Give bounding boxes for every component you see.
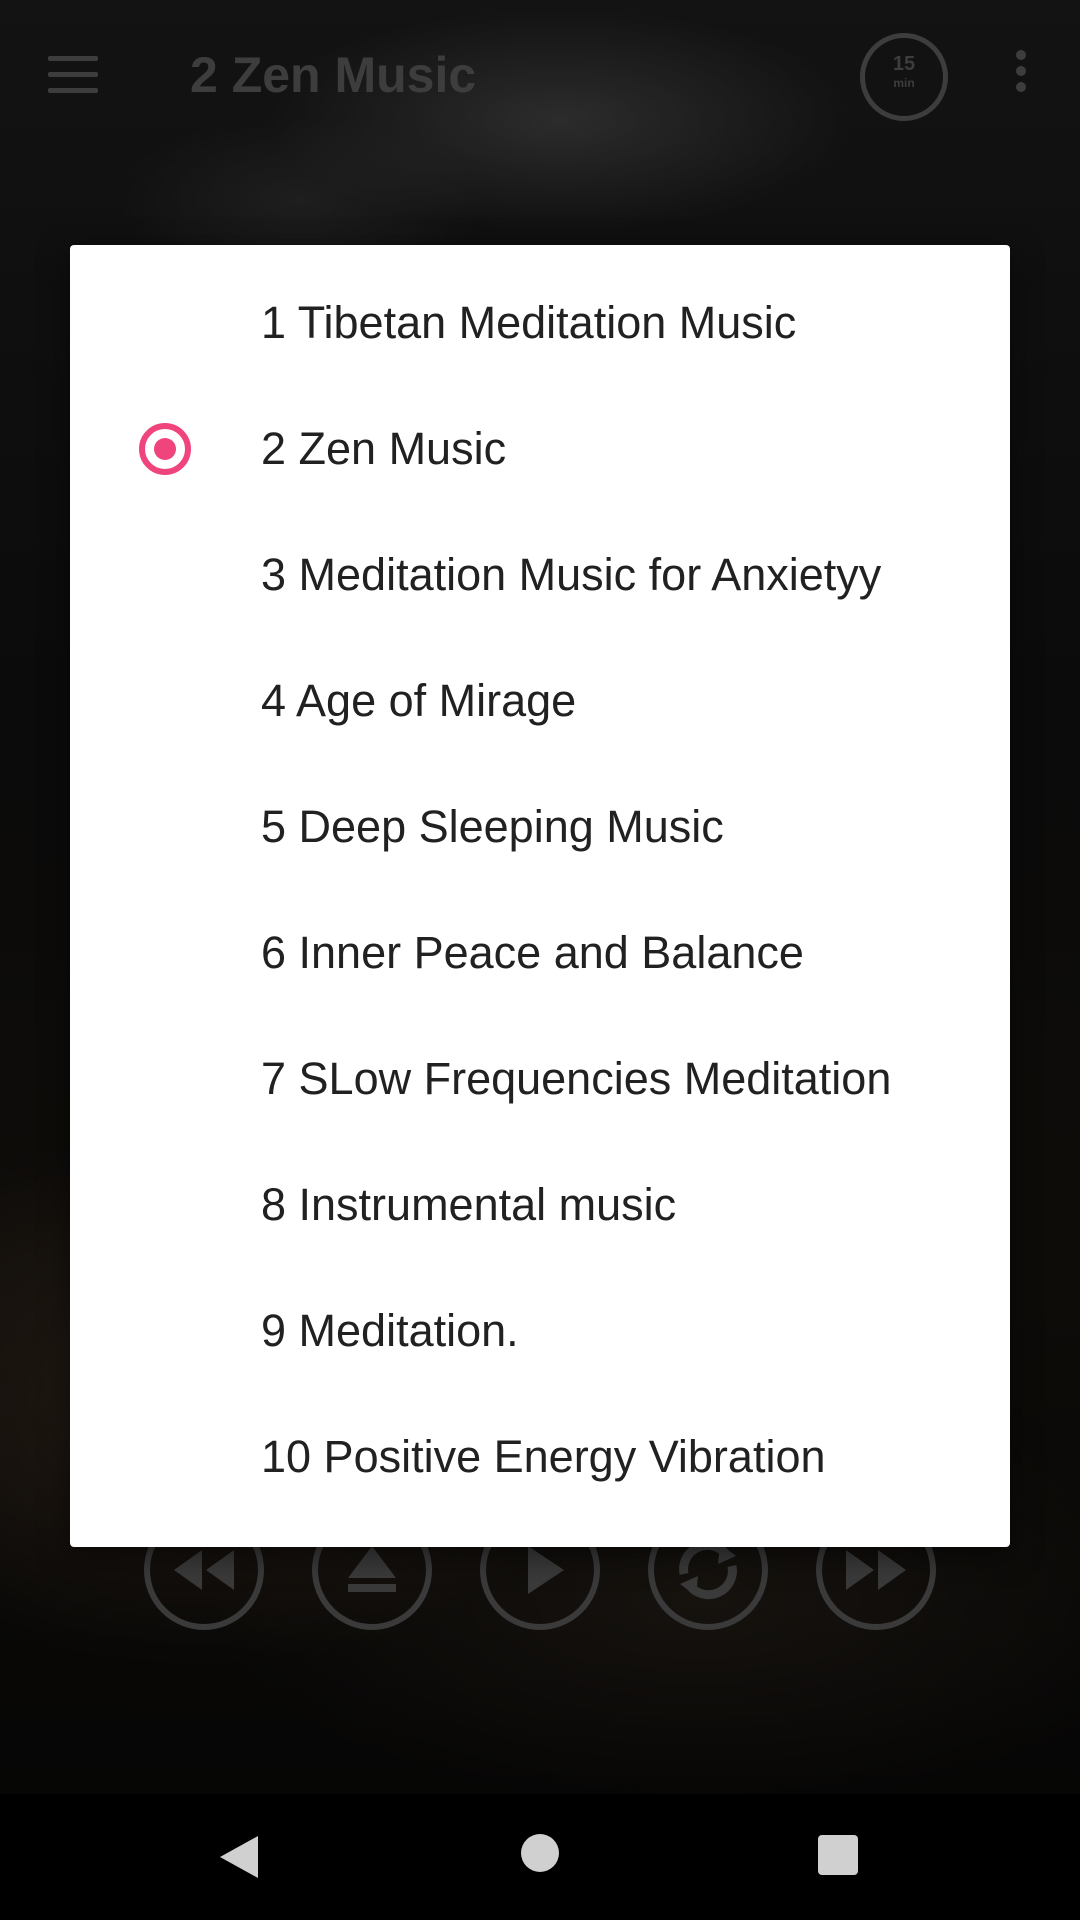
- track-label: 4 Age of Mirage: [261, 675, 577, 726]
- system-nav-bar: [0, 1794, 1080, 1920]
- track-label: 2 Zen Music: [261, 423, 507, 474]
- track-option[interactable]: 6 Inner Peace and Balance: [70, 890, 1010, 1016]
- track-label: 6 Inner Peace and Balance: [261, 927, 804, 978]
- home-icon[interactable]: [521, 1834, 559, 1872]
- track-option[interactable]: 10 Positive Energy Vibration: [70, 1394, 1010, 1520]
- track-label: 9 Meditation.: [261, 1305, 519, 1356]
- recents-icon[interactable]: [818, 1835, 858, 1875]
- track-option[interactable]: 8 Instrumental music: [70, 1142, 1010, 1268]
- track-option-selected[interactable]: 2 Zen Music: [70, 386, 1010, 512]
- track-option[interactable]: 5 Deep Sleeping Music: [70, 764, 1010, 890]
- track-label: 1 Tibetan Meditation Music: [261, 297, 797, 348]
- track-select-dialog: 1 Tibetan Meditation Music 2 Zen Music 3…: [70, 245, 1010, 1547]
- track-label: 10 Positive Energy Vibration: [261, 1431, 826, 1482]
- track-label: 8 Instrumental music: [261, 1179, 677, 1230]
- track-option[interactable]: 7 SLow Frequencies Meditation: [70, 1016, 1010, 1142]
- track-option[interactable]: 9 Meditation.: [70, 1268, 1010, 1394]
- track-option[interactable]: 1 Tibetan Meditation Music: [70, 260, 1010, 386]
- track-label: 5 Deep Sleeping Music: [261, 801, 724, 852]
- track-label: 3 Meditation Music for Anxietyy: [261, 549, 882, 600]
- track-option[interactable]: 3 Meditation Music for Anxietyy: [70, 512, 1010, 638]
- track-label: 7 SLow Frequencies Meditation: [261, 1053, 892, 1104]
- radio-selected-icon[interactable]: [139, 423, 191, 475]
- track-option[interactable]: 4 Age of Mirage: [70, 638, 1010, 764]
- back-icon[interactable]: [218, 1834, 260, 1880]
